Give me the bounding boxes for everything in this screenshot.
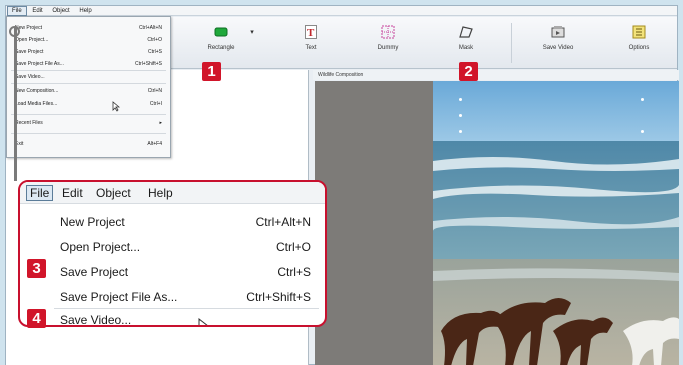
mask-label: Mask bbox=[458, 45, 474, 51]
composition-preview[interactable] bbox=[433, 81, 679, 365]
mask-point[interactable] bbox=[459, 114, 462, 117]
menu-item-label: Save Project File As... bbox=[60, 290, 178, 304]
menu-item-open-project[interactable]: Open Project... Ctrl+O bbox=[7, 35, 170, 45]
toolbar-separator bbox=[511, 23, 512, 63]
mouse-cursor-icon bbox=[198, 318, 208, 325]
horses-on-beach-image bbox=[433, 81, 679, 365]
mask-point[interactable] bbox=[459, 98, 462, 101]
dummy-icon bbox=[358, 25, 418, 41]
options-button[interactable]: Options bbox=[609, 25, 669, 51]
menu-item-shortcut: Ctrl+Shift+S bbox=[135, 61, 162, 67]
mask-tool-button[interactable]: Mask bbox=[436, 25, 496, 51]
menu-separator bbox=[11, 70, 166, 71]
menubar: File Edit Object Help bbox=[6, 6, 677, 16]
zoom-menu-item-new-project[interactable]: New Project Ctrl+Alt+N bbox=[20, 210, 325, 234]
step-badge-2: 2 bbox=[459, 62, 478, 81]
menu-item-shortcut: Ctrl+Alt+N bbox=[138, 25, 162, 31]
rectangle-label: Rectangle bbox=[207, 45, 235, 51]
menu-item-shortcut: Ctrl+O bbox=[147, 37, 162, 43]
menu-item-shortcut: Ctrl+I bbox=[149, 101, 162, 107]
composition-gray-area bbox=[315, 81, 433, 365]
menu-item-new-composition[interactable]: New Composition... Ctrl+N bbox=[7, 86, 170, 96]
menu-item-shortcut: Ctrl+N bbox=[147, 88, 162, 94]
composition-title: Wildlife Composition bbox=[313, 70, 679, 80]
menu-item-exit[interactable]: Exit Alt+F4 bbox=[7, 139, 170, 149]
menu-item-label: New Composition... bbox=[15, 88, 59, 94]
menu-separator bbox=[11, 114, 166, 115]
menu-file[interactable]: File bbox=[7, 6, 27, 16]
step-badge-4: 4 bbox=[27, 309, 46, 328]
text-label: Text bbox=[305, 45, 317, 51]
menu-item-label: Save Video... bbox=[60, 313, 132, 327]
chevron-down-icon: ▾ bbox=[250, 29, 254, 36]
menu-item-label: Save Project bbox=[60, 265, 129, 279]
menu-item-shortcut: Alt+F4 bbox=[147, 141, 162, 147]
menu-item-recent-files[interactable]: Recent Files ▸ bbox=[7, 118, 170, 128]
zoom-menu-edit[interactable]: Edit bbox=[62, 186, 83, 200]
mask-point[interactable] bbox=[641, 130, 644, 133]
menu-separator bbox=[11, 133, 166, 134]
menu-item-shortcut: Ctrl+O bbox=[275, 240, 311, 254]
menu-help[interactable]: Help bbox=[75, 6, 95, 16]
menu-item-shortcut: Ctrl+Shift+S bbox=[246, 290, 311, 304]
dummy-tool-button[interactable]: Dummy bbox=[358, 25, 418, 51]
text-icon: T bbox=[281, 25, 341, 41]
zoom-menu-item-save-video[interactable]: Save Video... bbox=[20, 308, 325, 327]
zoom-menu-object[interactable]: Object bbox=[96, 186, 131, 200]
options-icon bbox=[609, 25, 669, 41]
menu-item-label: Save Video... bbox=[15, 74, 45, 80]
menu-item-label: Recent Files bbox=[15, 120, 43, 126]
menu-item-save-project[interactable]: Save Project Ctrl+S bbox=[7, 47, 170, 57]
menu-separator bbox=[11, 83, 166, 84]
menu-item-label: Save Project bbox=[15, 49, 44, 55]
callout-connector-line bbox=[14, 28, 17, 181]
options-label: Options bbox=[628, 45, 650, 51]
zoom-menu-item-open-project[interactable]: Open Project... Ctrl+O bbox=[20, 235, 325, 259]
menu-item-label: Open Project... bbox=[60, 240, 141, 254]
save-video-label: Save Video bbox=[542, 45, 574, 51]
film-save-icon bbox=[528, 25, 588, 41]
step-badge-3: 3 bbox=[27, 259, 46, 278]
mask-point[interactable] bbox=[641, 98, 644, 101]
save-video-button[interactable]: Save Video bbox=[528, 25, 588, 51]
menu-item-label: Load Media Files... bbox=[15, 101, 58, 107]
menu-item-load-media[interactable]: Load Media Files... Ctrl+I bbox=[7, 99, 170, 109]
mask-point[interactable] bbox=[459, 130, 462, 133]
zoomed-menubar: File Edit Object Help bbox=[20, 182, 325, 204]
mouse-cursor-icon bbox=[112, 101, 120, 112]
text-tool-button[interactable]: T Text bbox=[281, 25, 341, 51]
zoom-menu-item-save-project[interactable]: Save Project Ctrl+S bbox=[20, 260, 325, 284]
menu-item-label: Open Project... bbox=[15, 37, 49, 43]
zoomed-file-menu: File Edit Object Help New Project Ctrl+Al… bbox=[18, 180, 327, 327]
menu-item-shortcut: Ctrl+S bbox=[277, 265, 311, 279]
menu-item-new-project[interactable]: New Project Ctrl+Alt+N bbox=[7, 23, 170, 33]
zoom-menu-item-save-project-as[interactable]: Save Project File As... Ctrl+Shift+S bbox=[20, 285, 325, 309]
menu-item-label: New Project bbox=[60, 215, 125, 229]
menu-item-save-project-as[interactable]: Save Project File As... Ctrl+Shift+S bbox=[7, 59, 170, 69]
menu-edit[interactable]: Edit bbox=[28, 6, 46, 16]
svg-text:T: T bbox=[307, 27, 315, 39]
dummy-label: Dummy bbox=[377, 45, 399, 51]
menu-item-shortcut: Ctrl+S bbox=[147, 49, 162, 55]
menu-item-save-video[interactable]: Save Video... bbox=[7, 72, 170, 82]
menu-object[interactable]: Object bbox=[48, 6, 73, 16]
zoom-menu-help[interactable]: Help bbox=[148, 186, 173, 200]
file-menu-dropdown: New Project Ctrl+Alt+N Open Project... Ctr… bbox=[6, 16, 171, 158]
submenu-arrow-icon: ▸ bbox=[159, 120, 162, 126]
mask-icon bbox=[436, 25, 496, 41]
step-badge-1: 1 bbox=[202, 62, 221, 81]
rectangle-dropdown-arrow[interactable]: ▾ bbox=[242, 25, 262, 45]
menu-item-shortcut: Ctrl+Alt+N bbox=[255, 215, 311, 229]
menu-item-label: Save Project File As... bbox=[15, 61, 64, 67]
zoom-menu-file[interactable]: File bbox=[26, 185, 54, 201]
